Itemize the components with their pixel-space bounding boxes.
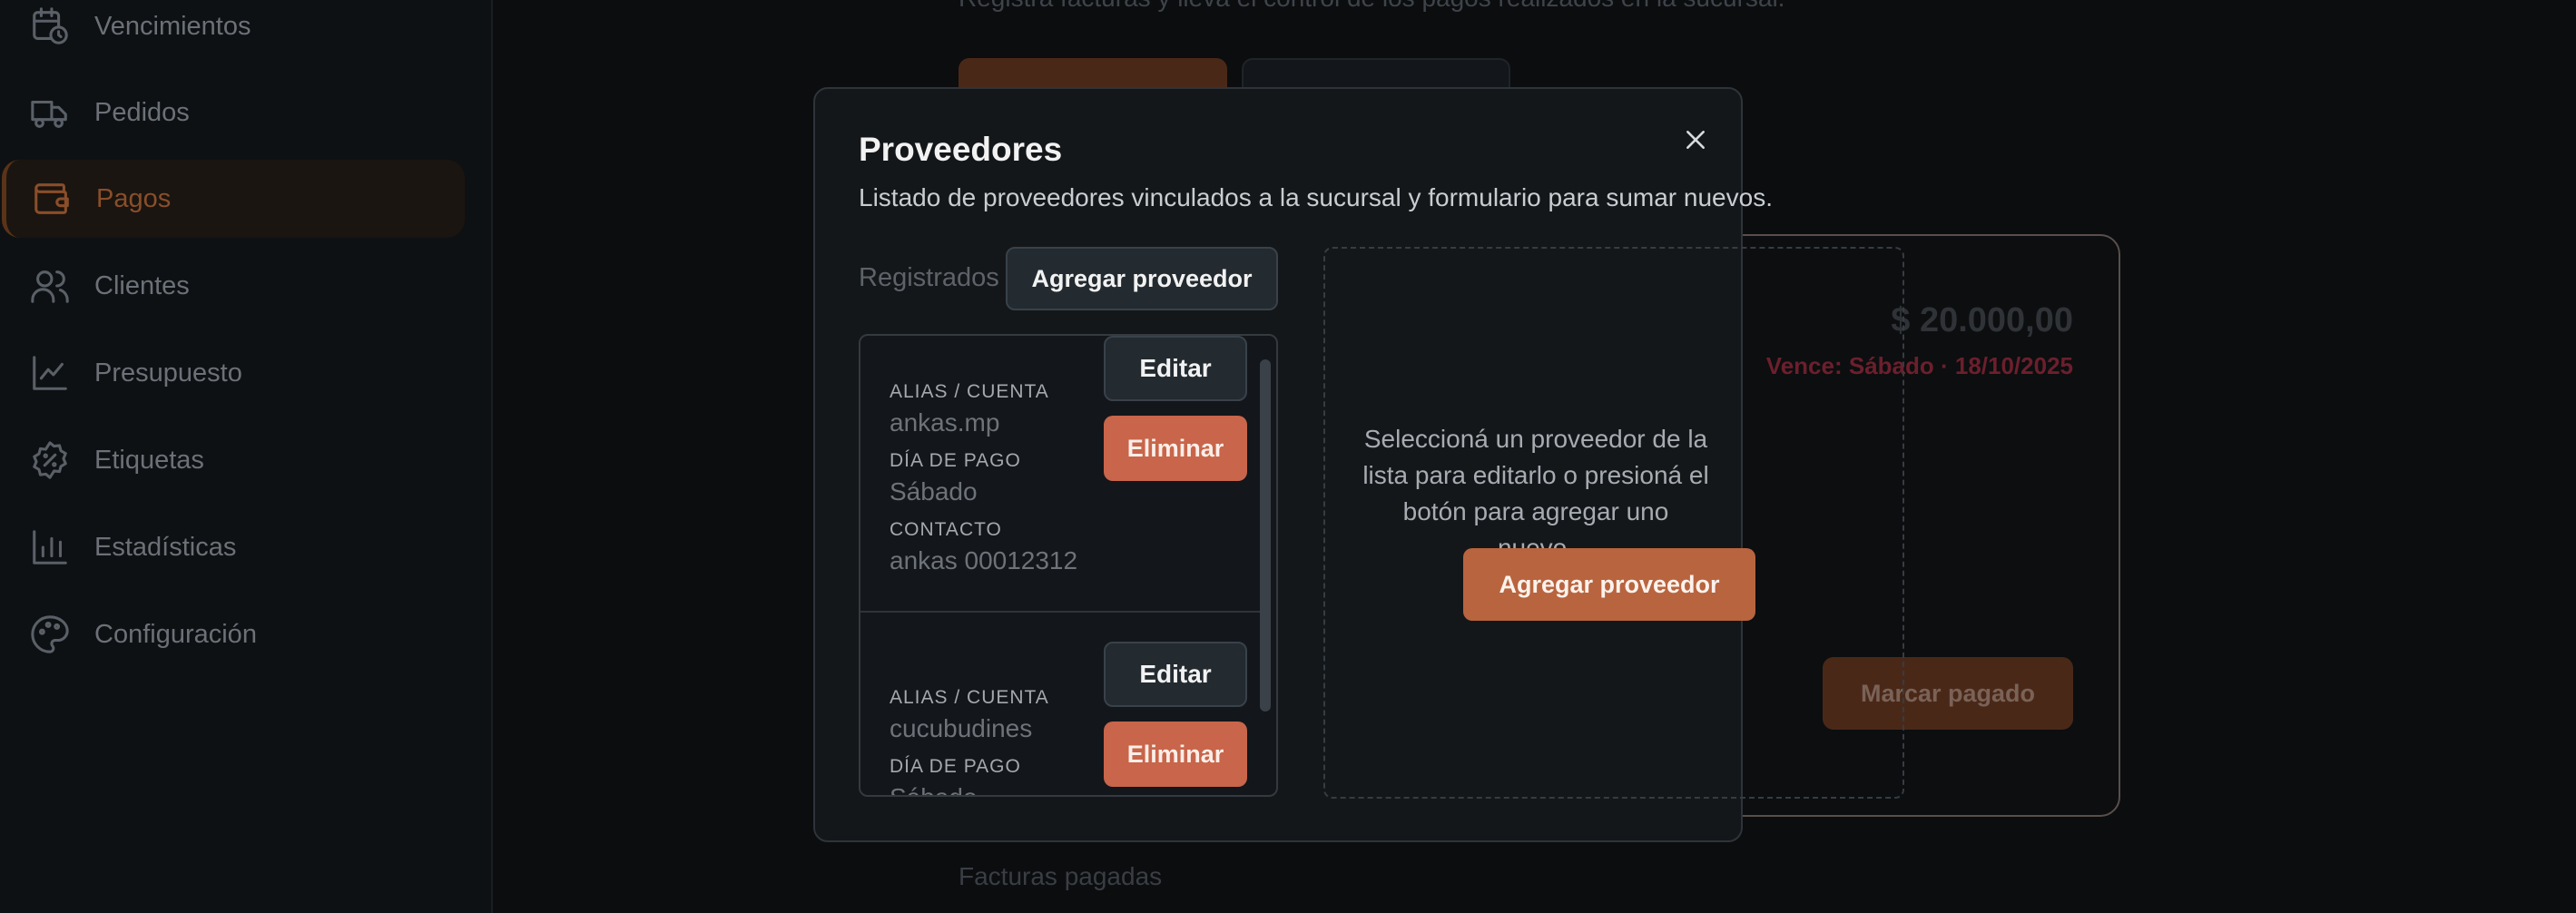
invoice-amount: $ 20.000,00 (1891, 301, 2073, 339)
alias-value: ankas.mp (890, 408, 1000, 437)
provider-item: ALIAS / CUENTA ankas.mp DÍA DE PAGO Sába… (860, 336, 1260, 640)
sidebar-item-clientes[interactable]: Clientes (0, 247, 463, 325)
sidebar-item-label: Clientes (94, 270, 190, 300)
registered-label: Registrados (859, 263, 999, 292)
close-icon (1686, 131, 1705, 149)
sidebar-item-label: Etiquetas (94, 445, 204, 475)
payment-day-label: DÍA DE PAGO (890, 450, 1021, 471)
alias-value: cucubudines (890, 714, 1033, 742)
sidebar-item-label: Vencimientos (94, 11, 251, 41)
line-chart-icon (29, 352, 71, 394)
add-provider-primary-button[interactable]: Agregar proveedor (1463, 548, 1755, 621)
sidebar-item-label: Pagos (96, 183, 172, 213)
providers-list[interactable]: ALIAS / CUENTA ankas.mp DÍA DE PAGO Sába… (859, 334, 1278, 797)
modal-description: Listado de proveedores vinculados a la s… (859, 183, 1773, 211)
bar-chart-icon (29, 526, 71, 568)
sidebar-item-label: Presupuesto (94, 358, 242, 388)
provider-item: ALIAS / CUENTA cucubudines DÍA DE PAGO S… (860, 611, 1260, 795)
sidebar-item-configuracion[interactable]: Configuración (0, 595, 463, 673)
sidebar-item-label: Estadísticas (94, 532, 237, 562)
sidebar: Vencimientos Pedidos Pagos Clientes Pres… (0, 0, 493, 913)
users-icon (29, 265, 71, 307)
scrollbar-thumb[interactable] (1260, 359, 1271, 712)
page-subtitle: Registra facturas y lleva el control de … (959, 0, 1785, 13)
edit-button[interactable]: Editar (1104, 336, 1247, 401)
delete-button[interactable]: Eliminar (1104, 722, 1247, 787)
sidebar-item-label: Pedidos (94, 97, 190, 127)
sidebar-item-presupuesto[interactable]: Presupuesto (0, 334, 463, 412)
paid-invoices-title: Facturas pagadas (959, 862, 1163, 890)
calendar-clock-icon (29, 5, 71, 47)
add-provider-button[interactable]: Agregar proveedor (1006, 247, 1278, 310)
sidebar-item-estadisticas[interactable]: Estadísticas (0, 508, 463, 586)
contact-label: CONTACTO (890, 519, 1002, 540)
contact-value: ankas 00012312 (890, 546, 1078, 574)
edit-button[interactable]: Editar (1104, 642, 1247, 707)
alias-label: ALIAS / CUENTA (890, 687, 1049, 708)
sidebar-item-etiquetas[interactable]: Etiquetas (0, 421, 463, 499)
alias-label: ALIAS / CUENTA (890, 381, 1049, 402)
close-button[interactable] (1672, 116, 1719, 163)
palette-icon (29, 614, 71, 655)
payment-day-value: Sábado (890, 783, 978, 795)
delete-button[interactable]: Eliminar (1104, 416, 1247, 481)
sidebar-item-pedidos[interactable]: Pedidos (0, 74, 463, 152)
empty-state-text: Seleccioná un proveedor de la lista para… (1362, 425, 1709, 562)
sidebar-item-pagos[interactable]: Pagos (2, 160, 465, 238)
payment-day-value: Sábado (890, 477, 978, 506)
badge-percent-icon (29, 439, 71, 481)
provider-detail-panel: Seleccioná un proveedor de la lista para… (1323, 247, 1904, 799)
modal-title: Proveedores (859, 131, 1063, 168)
sidebar-item-vencimientos[interactable]: Vencimientos (0, 0, 463, 65)
sidebar-item-label: Configuración (94, 619, 257, 649)
payment-day-label: DÍA DE PAGO (890, 756, 1021, 777)
truck-icon (29, 92, 71, 133)
providers-modal: Proveedores Listado de proveedores vincu… (813, 87, 1904, 842)
wallet-icon (31, 178, 73, 220)
